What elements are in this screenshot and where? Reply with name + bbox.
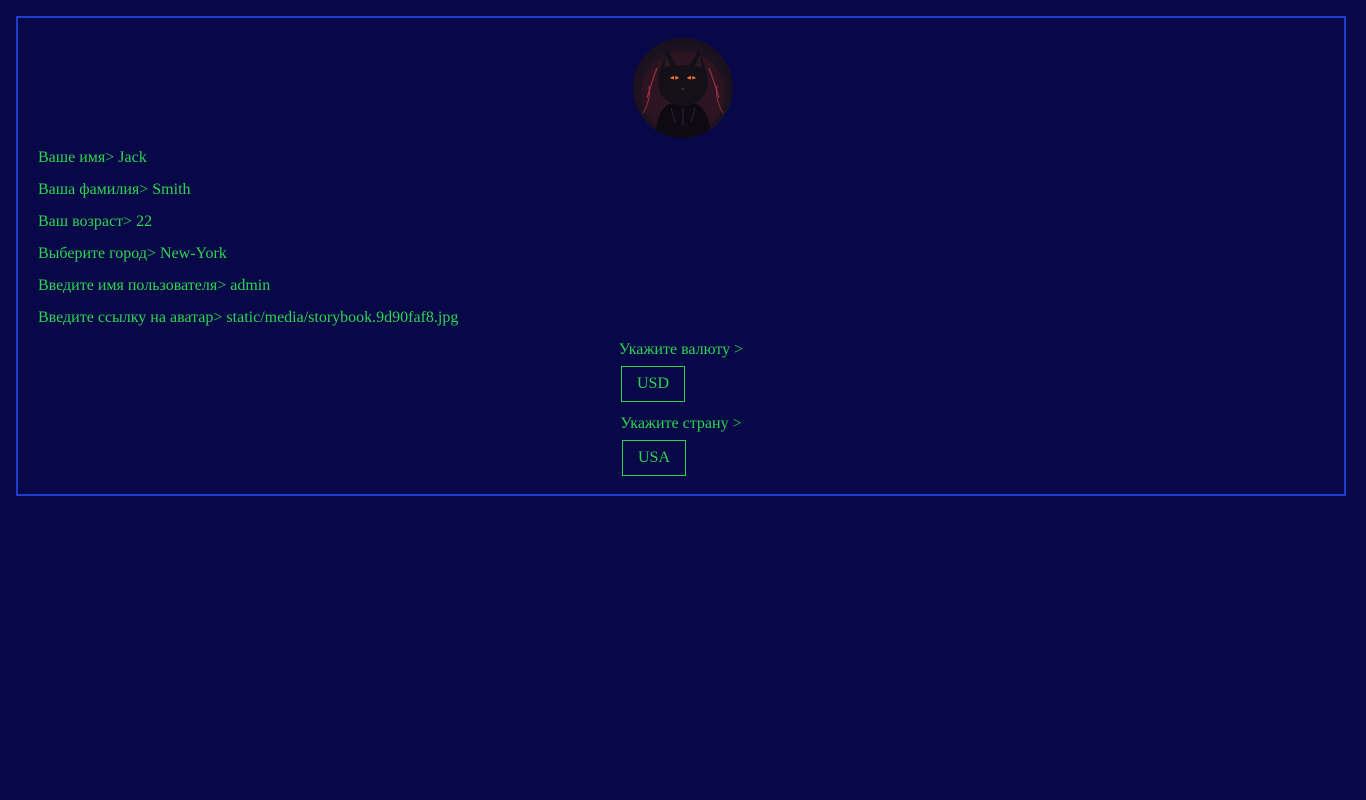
currency-select[interactable]: USD — [621, 366, 686, 402]
field-label: Выберите город> — [38, 245, 156, 262]
field-value: New-York — [159, 245, 227, 262]
field-username: Введите имя пользователя> admin — [38, 276, 458, 308]
field-label: Ваше имя> — [38, 149, 115, 166]
black-cat-icon — [641, 50, 725, 138]
avatar — [633, 38, 733, 138]
country-select[interactable]: USA — [622, 440, 687, 476]
field-label: Ваша фамилия> — [38, 181, 149, 198]
field-label: Введите ссылку на аватар> — [38, 309, 223, 326]
field-first-name: Ваше имя> Jack — [38, 148, 458, 180]
country-section: Укажите страну > — [18, 414, 1344, 434]
country-label: Укажите страну > — [620, 415, 742, 432]
field-avatar-link: Введите ссылку на аватар> static/media/s… — [38, 308, 458, 340]
field-value: Jack — [118, 149, 147, 166]
field-value: Smith — [152, 181, 191, 198]
field-age: Ваш возраст> 22 — [38, 212, 458, 244]
profile-fields: Ваше имя> Jack Ваша фамилия> Smith Ваш в… — [38, 148, 458, 340]
field-value: static/media/storybook.9d90faf8.jpg — [226, 309, 459, 326]
field-value: 22 — [136, 213, 153, 230]
profile-card: Ваше имя> Jack Ваша фамилия> Smith Ваш в… — [16, 16, 1346, 496]
field-value: admin — [230, 277, 271, 294]
field-label: Введите имя пользователя> — [38, 277, 227, 294]
currency-section: Укажите валюту > — [18, 340, 1344, 360]
currency-label: Укажите валюту > — [618, 341, 744, 358]
field-label: Ваш возраст> — [38, 213, 133, 230]
field-city: Выберите город> New-York — [38, 244, 458, 276]
field-last-name: Ваша фамилия> Smith — [38, 180, 458, 212]
